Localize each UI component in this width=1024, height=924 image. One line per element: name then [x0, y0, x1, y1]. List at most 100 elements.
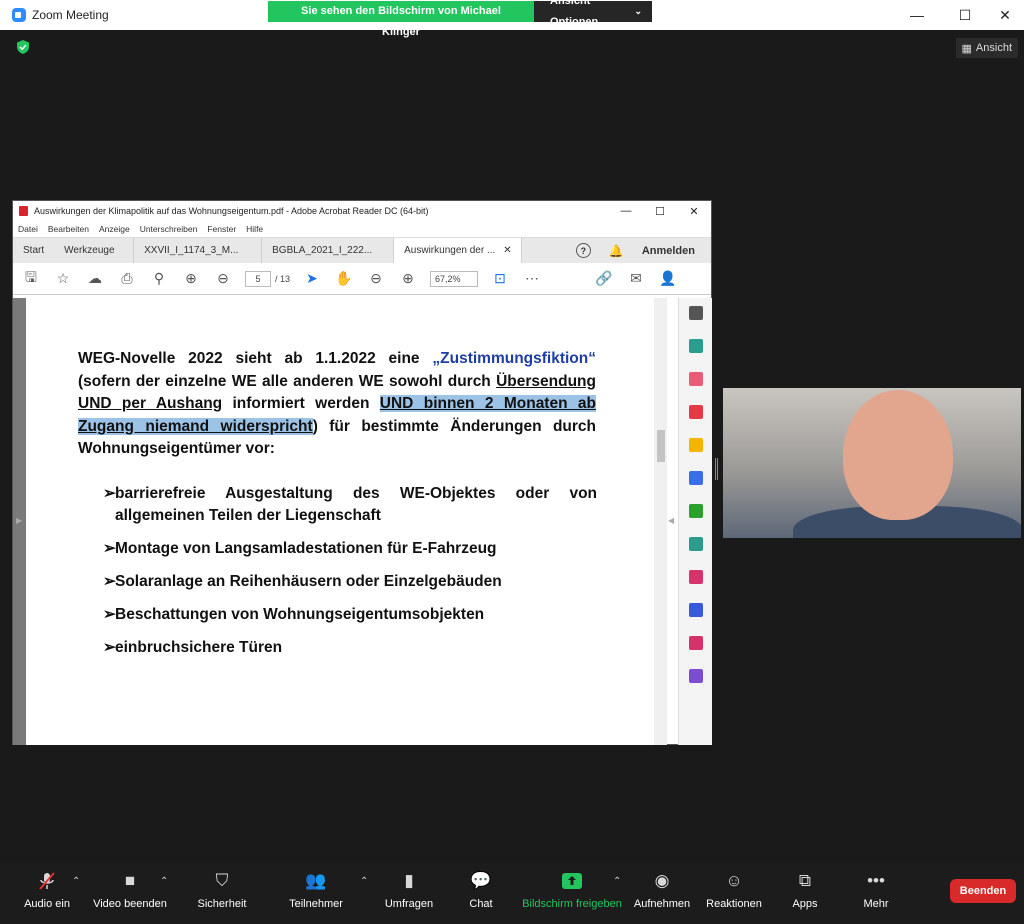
security-button[interactable]: ⛉ Sicherheit [177, 870, 267, 910]
login-button[interactable]: Anmelden [642, 245, 695, 257]
acrobat-close-button[interactable]: ✕ [677, 205, 711, 218]
video-options-chevron-icon[interactable]: ⌃ [160, 876, 168, 887]
create-pdf-icon[interactable] [688, 339, 703, 353]
menu-bearbeiten[interactable]: Bearbeiten [48, 224, 89, 234]
acrobat-maximize-button[interactable]: ☐ [643, 205, 677, 218]
document-bullets: ➢ barrierefreie Ausgestaltung des WE-Obje… [103, 483, 597, 659]
menu-unterschreiben[interactable]: Unterschreiben [140, 224, 198, 234]
video-resize-handle[interactable] [715, 458, 718, 480]
minimize-button[interactable]: — [894, 0, 940, 30]
acrobat-menu-bar: Datei Bearbeiten Anzeige Unterschreiben … [13, 221, 711, 237]
page-down-icon[interactable]: ⊖ [213, 269, 233, 289]
acrobat-toolbar: 🖫 ☆ ☁ ⎙ ⚲ ⊕ ⊖ 5 / 13 ➤ ✋ ⊖ ⊕ 67,2% ⊡ ⋯ 🔗… [13, 263, 711, 295]
export-pdf-icon[interactable] [688, 405, 703, 419]
view-button-label: Ansicht [975, 42, 1012, 54]
tab-bgbla[interactable]: BGBLA_2021_I_222... [262, 238, 395, 263]
acrobat-window: Auswirkungen der Klimapolitik auf das Wo… [12, 200, 712, 745]
smiley-icon: ☺ [725, 871, 743, 890]
page-up-icon[interactable]: ⊕ [181, 269, 201, 289]
link-icon[interactable]: 🔗 [594, 269, 614, 289]
menu-fenster[interactable]: Fenster [207, 224, 236, 234]
collapse-left-icon[interactable]: ▶ [16, 516, 22, 525]
shield-icon: ⛉ [215, 871, 229, 890]
audio-options-chevron-icon[interactable]: ⌃ [72, 876, 80, 887]
user-icon[interactable]: 👤 [658, 269, 678, 289]
scrollbar-thumb[interactable] [657, 430, 665, 462]
page-number-input[interactable]: 5 [245, 270, 271, 287]
chat-button[interactable]: 💬 Chat [436, 870, 526, 910]
protect-icon[interactable] [688, 603, 703, 617]
end-meeting-button[interactable]: Beenden [950, 879, 1016, 903]
pdf-icon [19, 206, 28, 216]
page-navigator: 5 / 13 [245, 270, 291, 287]
zoom-in-icon[interactable]: ⊕ [398, 269, 418, 289]
apps-icon: ⧉ [798, 871, 812, 890]
tab-xxvii[interactable]: XXVII_I_1174_3_M... [134, 238, 263, 263]
more-icon[interactable]: ⋯ [522, 269, 542, 289]
tab-start[interactable]: Start [13, 238, 54, 263]
compress-icon[interactable] [688, 504, 703, 518]
zoom-out-icon[interactable]: ⊖ [366, 269, 386, 289]
tab-auswirkungen[interactable]: Auswirkungen der ... ✕ [394, 238, 523, 263]
more-button[interactable]: ••• Mehr [831, 870, 921, 910]
star-icon[interactable]: ☆ [53, 269, 73, 289]
tab-auswirkungen-label: Auswirkungen der ... [404, 245, 496, 256]
fill-sign-icon[interactable] [688, 570, 703, 584]
organize-pages-icon[interactable] [688, 372, 703, 386]
apps-label: Apps [792, 898, 818, 910]
participants-button[interactable]: 👥 Teilnehmer [271, 870, 361, 910]
print-icon[interactable]: ⎙ [117, 269, 137, 289]
scan-icon[interactable] [688, 537, 703, 551]
video-person-head [843, 390, 953, 520]
menu-hilfe[interactable]: Hilfe [246, 224, 263, 234]
upload-cloud-icon[interactable]: ☁ [85, 269, 105, 289]
edit-pdf-icon[interactable] [688, 636, 703, 650]
view-options-button[interactable]: Ansicht Optionen ⌄ [534, 0, 652, 28]
chat-bubble-icon: 💬 [470, 871, 492, 890]
audio-label: Audio ein [24, 898, 70, 910]
share-screen-button[interactable]: Bildschirm freigeben [520, 870, 624, 910]
view-button[interactable]: ▦ Ansicht [955, 38, 1018, 58]
search-icon[interactable]: ⚲ [149, 269, 169, 289]
video-camera-icon: ■ [124, 871, 136, 890]
participants-label: Teilnehmer [289, 898, 343, 910]
bullet-item: ➢ Montage von Langsamladestationen für E-… [103, 540, 497, 557]
share-status: Sie sehen den Bildschirm von Michael Kli… [268, 1, 534, 38]
bullet-item: ➢ Beschattungen von Wohnungseigentumsobje… [103, 606, 485, 623]
select-arrow-icon[interactable]: ➤ [302, 269, 322, 289]
close-button[interactable]: ✕ [982, 0, 1024, 30]
bullet-item: ➢ einbruchsichere Türen [103, 639, 283, 656]
bell-icon[interactable]: 🔔 [609, 244, 624, 258]
signature-icon[interactable] [688, 669, 703, 683]
zoom-select[interactable]: 67,2% [430, 270, 479, 287]
tab-werkzeuge[interactable]: Werkzeuge [54, 238, 135, 263]
save-icon[interactable]: 🖫 [21, 269, 41, 289]
help-icon[interactable]: ? [575, 243, 591, 258]
record-icon: ◉ [654, 871, 670, 890]
mail-icon[interactable]: ✉ [626, 269, 646, 289]
zoom-search-icon[interactable] [688, 306, 703, 320]
combine-files-icon[interactable] [688, 471, 703, 485]
comment-icon[interactable] [688, 438, 703, 452]
grid-icon: ▦ [961, 42, 972, 55]
collapse-right-icon[interactable]: ◀ [668, 516, 674, 525]
bullet-item: ➢ barrierefreie Ausgestaltung des WE-Obje… [103, 485, 597, 524]
polls-label: Umfragen [384, 898, 434, 910]
close-tab-icon[interactable]: ✕ [503, 245, 511, 256]
acrobat-title-bar: Auswirkungen der Klimapolitik auf das Wo… [13, 201, 711, 221]
menu-datei[interactable]: Datei [18, 224, 38, 234]
menu-anzeige[interactable]: Anzeige [99, 224, 130, 234]
share-screen-icon [562, 870, 582, 892]
page-total: / 13 [275, 273, 291, 284]
more-dots-icon: ••• [867, 871, 885, 890]
acrobat-minimize-button[interactable]: — [609, 205, 643, 218]
participant-video[interactable] [723, 388, 1021, 538]
fit-page-icon[interactable]: ⊡ [490, 269, 510, 289]
document-page: WEG-Novelle 2022 sieht ab 1.1.2022 eine … [26, 298, 654, 745]
shield-check-icon[interactable] [16, 40, 30, 54]
microphone-muted-icon [37, 870, 57, 892]
record-label: Aufnehmen [633, 898, 691, 910]
acrobat-title: Auswirkungen der Klimapolitik auf das Wo… [34, 206, 429, 216]
hand-icon[interactable]: ✋ [334, 269, 354, 289]
document-scrollbar[interactable] [654, 298, 667, 745]
